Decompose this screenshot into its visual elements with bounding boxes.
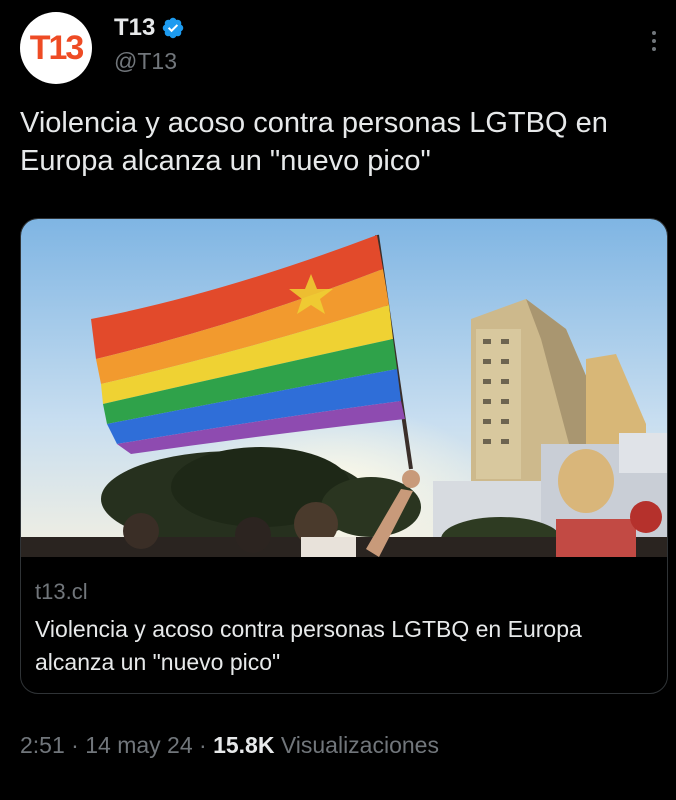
tweet-text: Violencia y acoso contra personas LGTBQ …: [20, 107, 608, 177]
display-name[interactable]: T13: [114, 14, 155, 42]
card-image: [21, 219, 667, 557]
tweet-time[interactable]: 2:51: [20, 732, 65, 758]
card-domain[interactable]: t13.cl: [35, 579, 655, 605]
tweet-timestamp-row: 2:51 · 14 may 24 · 15.8K Visualizaciones: [20, 732, 439, 759]
views-label: Visualizaciones: [280, 732, 439, 758]
separator: ·: [199, 732, 207, 758]
author-name-row: T13: [114, 14, 185, 42]
t13-logo: T13: [29, 28, 85, 67]
link-card[interactable]: t13.cl Violencia y acoso contra personas…: [20, 218, 668, 694]
card-meta: t13.cl Violencia y acoso contra personas…: [35, 579, 655, 679]
more-options-icon[interactable]: [644, 26, 664, 56]
avatar[interactable]: T13: [20, 12, 92, 84]
views-count: 15.8K: [213, 732, 275, 758]
tweet-date[interactable]: 14 may 24: [85, 732, 192, 758]
card-title[interactable]: Violencia y acoso contra personas LGTBQ …: [35, 613, 655, 679]
verified-badge-icon: [163, 17, 184, 39]
separator: ·: [71, 732, 79, 758]
author-handle[interactable]: @T13: [114, 48, 177, 75]
